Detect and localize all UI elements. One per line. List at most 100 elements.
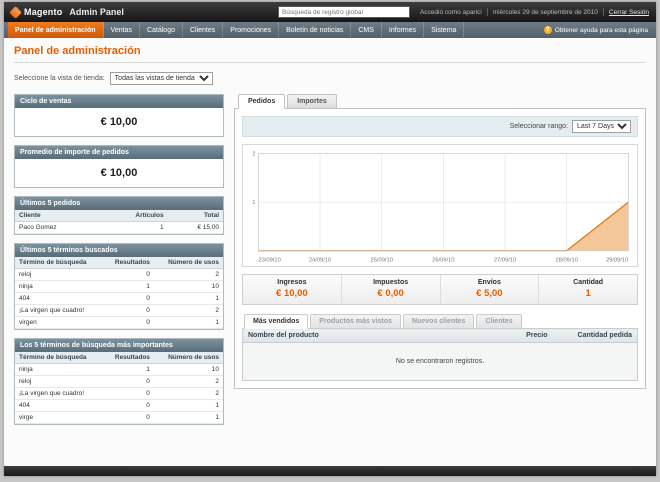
column-header: Cantidad pedida [552, 328, 638, 344]
left-column: Ciclo de ventas € 10,00 Promedio de impo… [14, 94, 224, 425]
help-icon: ? [543, 26, 552, 34]
top-search-terms-table: Término de búsqueda Resultados Número de u… [15, 352, 223, 424]
last-orders-title: Últimos 5 pedidos [15, 197, 223, 210]
svg-text:29/09/10: 29/09/10 [606, 257, 628, 263]
top-search-terms-title: Los 5 términos de búsqueda más important… [15, 339, 223, 352]
orders-dashboard-panel: Seleccionar rango: Last 7 Days 23/09/10 2… [234, 108, 646, 390]
orders-chart: 23/09/10 24/09/10 25/09/10 26/09/10 27/09/10… [242, 144, 638, 268]
column-header: Resultados [103, 352, 154, 364]
store-view-select[interactable]: Todas las vistas de tienda [109, 72, 213, 85]
svg-text:25/09/10: 25/09/10 [371, 257, 393, 263]
page-content: Panel de administración Seleccione la vi… [4, 38, 656, 466]
tab-clientes[interactable]: Clientes [476, 314, 522, 330]
average-orders-value: € 10,00 [100, 167, 138, 179]
store-view-row: Seleccione la vista de tienda: Todas las… [14, 72, 646, 85]
column-header: Nombre del producto [242, 328, 483, 344]
table-row: reloj 0 2 [15, 375, 223, 388]
global-search-input[interactable] [277, 6, 410, 18]
empty-row: No se encontraron registros. [242, 342, 638, 381]
tab-importes[interactable]: Importes [287, 94, 337, 109]
header-date: miércoles 29 de septiembre de 2010 [492, 8, 598, 16]
table-header-row: Término de búsqueda Resultados Número de u… [15, 257, 223, 269]
column-header: Número de usos [153, 352, 223, 364]
magento-logo: Magento Admin Panel [9, 5, 124, 19]
last-orders-panel: Últimos 5 pedidos Cliente Artículos Total … [14, 196, 224, 235]
brand-suffix: Admin Panel [69, 7, 124, 17]
column-header: Término de búsqueda [15, 352, 104, 364]
table-row: reloj 0 2 [15, 268, 223, 281]
main-nav: Panel de administración Ventas Catálogo … [4, 22, 656, 38]
svg-text:27/09/10: 27/09/10 [494, 257, 516, 263]
table-row: ninja 1 10 [15, 280, 223, 293]
column-header: Cliente [15, 210, 101, 222]
header-user-area: Accedió como aparici miércoles 29 de sep… [420, 8, 649, 16]
table-row: Paco Gomez 1 € 15,00 [15, 221, 223, 234]
table-row: 404 0 1 [15, 399, 223, 412]
last-search-terms-table: Término de búsqueda Resultados Número de u… [15, 257, 223, 329]
table-row: ninja 1 10 [15, 363, 223, 376]
help-area: ? Obtener ayuda para esta página [543, 22, 656, 38]
svg-text:26/09/10: 26/09/10 [432, 257, 454, 263]
table-row: virge 0 1 [15, 411, 223, 424]
average-orders-panel: Promedio de importe de pedidos € 10,00 [14, 145, 224, 188]
nav-item-boletin[interactable]: Boletín de noticias [279, 22, 352, 38]
svg-text:2: 2 [252, 152, 255, 158]
divider [602, 8, 604, 16]
brand-name: Magento [24, 7, 63, 17]
column-header: Total [167, 210, 223, 222]
last-search-terms-title: Últimos 5 términos buscados [15, 244, 223, 257]
logged-in-text: Accedió como aparici [419, 8, 482, 16]
last-orders-table: Cliente Artículos Total Paco Gomez 1 € 15,00 [15, 210, 223, 234]
nav-item-informes[interactable]: Informes [382, 22, 425, 38]
stat-cantidad: Cantidad 1 [573, 279, 604, 300]
column-header: Número de usos [153, 257, 223, 269]
totals-row: Ingresos € 10,00 Impuestos € 0,00 Envíos… [242, 274, 638, 306]
orders-chart-svg: 23/09/10 24/09/10 25/09/10 26/09/10 27/09/10… [252, 152, 629, 263]
column-header: Término de búsqueda [15, 257, 104, 269]
stat-ingresos: Ingresos € 10,00 [243, 275, 342, 305]
svg-text:24/09/10: 24/09/10 [309, 257, 331, 263]
average-orders-title: Promedio de importe de pedidos [15, 146, 223, 159]
nav-item-sistema[interactable]: Sistema [424, 22, 465, 38]
table-row: ¡La virgen que cuadro! 0 2 [15, 304, 223, 317]
column-header: Artículos [100, 210, 168, 222]
nav-item-cms[interactable]: CMS [351, 22, 382, 38]
empty-message: No se encontraron registros. [242, 342, 638, 381]
table-header-row: Término de búsqueda Resultados Número de u… [15, 352, 223, 364]
admin-header: Magento Admin Panel Accedió como aparici… [4, 2, 656, 22]
stat-impuestos: Impuestos € 0,00 [342, 275, 441, 305]
table-header-row: Nombre del producto Precio Cantidad pedida [242, 328, 638, 344]
admin-window: Magento Admin Panel Accedió como aparici… [4, 2, 656, 476]
products-table: Nombre del producto Precio Cantidad pedida… [242, 328, 638, 382]
table-row: virgen 0 1 [15, 316, 223, 329]
svg-text:28/09/10: 28/09/10 [555, 257, 577, 263]
column-header: Resultados [103, 257, 154, 269]
store-view-label: Seleccione la vista de tienda: [14, 75, 105, 82]
nav-item-catalogo[interactable]: Catálogo [140, 22, 183, 38]
range-label: Seleccionar rango: [509, 123, 568, 130]
last-search-terms-panel: Últimos 5 términos buscados Término de b… [14, 243, 224, 330]
range-selector-row: Seleccionar rango: Last 7 Days [242, 116, 638, 137]
stat-envios: Envíos € 5,00 [441, 275, 540, 305]
nav-item-ventas[interactable]: Ventas [104, 22, 140, 38]
product-tabs: Más vendidos Productos más vistos Nuevos… [242, 314, 638, 330]
lifetime-sales-title: Ciclo de ventas [15, 95, 223, 108]
column-header: Precio [482, 328, 553, 344]
tab-nuevos-clientes[interactable]: Nuevos clientes [403, 314, 475, 330]
tab-mas-vendidos[interactable]: Más vendidos [244, 314, 309, 330]
help-link[interactable]: Obtener ayuda para esta página [555, 27, 648, 34]
footer-bar [4, 466, 656, 476]
nav-item-clientes[interactable]: Clientes [183, 22, 224, 38]
nav-item-promociones[interactable]: Promociones [223, 22, 280, 38]
tab-productos-mas-vistos[interactable]: Productos más vistos [310, 314, 402, 330]
top-search-terms-panel: Los 5 términos de búsqueda más important… [14, 338, 224, 425]
nav-item-panel-administracion[interactable]: Panel de administración [8, 22, 104, 38]
table-header-row: Cliente Artículos Total [15, 210, 223, 222]
range-select[interactable]: Last 7 Days [572, 120, 631, 133]
magento-logo-icon [9, 5, 22, 19]
tab-pedidos[interactable]: Pedidos [238, 94, 286, 109]
lifetime-sales-value: € 10,00 [100, 116, 138, 128]
logout-link[interactable]: Cerrar Sesión [609, 9, 649, 16]
table-row: 404 0 1 [15, 292, 223, 305]
page-title: Panel de administración [14, 45, 646, 63]
